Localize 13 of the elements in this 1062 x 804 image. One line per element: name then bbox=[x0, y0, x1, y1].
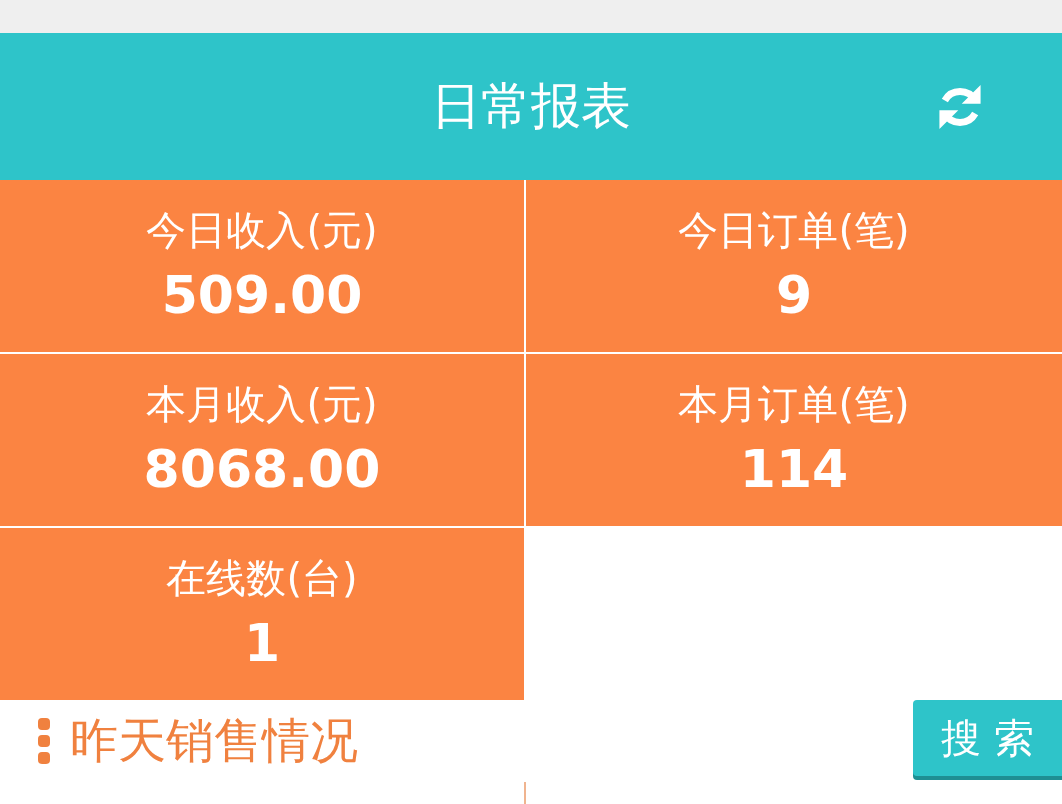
stat-label: 本月订单(笔) bbox=[678, 379, 910, 428]
stat-value: 509.00 bbox=[161, 263, 363, 327]
stat-value: 114 bbox=[739, 437, 849, 501]
stat-value: 9 bbox=[775, 263, 813, 327]
stat-label: 今日收入(元) bbox=[146, 205, 378, 254]
stat-label: 今日订单(笔) bbox=[678, 205, 910, 254]
stat-label: 在线数(台) bbox=[166, 553, 358, 602]
stat-value: 1 bbox=[243, 611, 281, 675]
stat-label: 本月收入(元) bbox=[146, 379, 378, 428]
stat-value: 8068.00 bbox=[143, 437, 381, 501]
page-title: 日常报表 bbox=[431, 76, 631, 137]
dots-icon bbox=[38, 718, 50, 764]
section-title: 昨天销售情况 bbox=[70, 711, 358, 770]
